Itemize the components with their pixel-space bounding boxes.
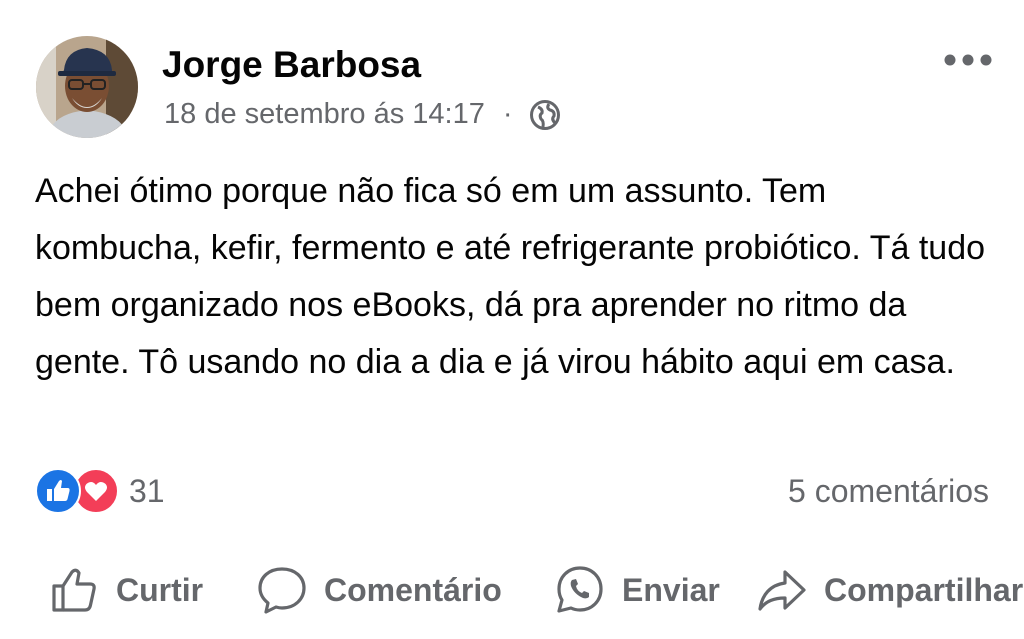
post-body: Achei ótimo porque não fica só em um ass…: [35, 172, 986, 381]
like-icon: [35, 468, 81, 514]
reaction-count: 31: [129, 472, 165, 509]
action-bar: Curtir Comentário Enviar Compartilhar: [0, 560, 1024, 620]
send-button[interactable]: Enviar: [554, 560, 720, 620]
post-meta: 18 de setembro ás 14:17 ·: [164, 98, 561, 131]
share-button[interactable]: Compartilhar: [756, 560, 1023, 620]
author-name[interactable]: Jorge Barbosa: [162, 44, 421, 86]
more-options-button[interactable]: [940, 44, 996, 76]
comment-button-label: Comentário: [324, 571, 502, 608]
post-timestamp[interactable]: 18 de setembro ás 14:17: [164, 98, 485, 131]
globe-icon[interactable]: [529, 99, 561, 131]
comment-button[interactable]: Comentário: [256, 560, 502, 620]
profile-photo: [36, 36, 138, 138]
thumbs-up-icon: [52, 568, 96, 612]
share-arrow-icon: [758, 570, 806, 611]
like-button-label: Curtir: [116, 571, 204, 608]
avatar[interactable]: [36, 36, 138, 138]
reactions-summary[interactable]: 31: [35, 468, 165, 514]
whatsapp-icon: [557, 566, 603, 613]
comments-count-link[interactable]: 5 comentários: [788, 473, 989, 510]
meta-separator: ·: [502, 98, 513, 130]
comment-bubble-icon: [258, 567, 306, 614]
like-button[interactable]: Curtir: [48, 560, 203, 620]
share-button-label: Compartilhar: [824, 571, 1024, 608]
ellipsis-icon: [944, 54, 992, 66]
send-button-label: Enviar: [622, 571, 720, 608]
